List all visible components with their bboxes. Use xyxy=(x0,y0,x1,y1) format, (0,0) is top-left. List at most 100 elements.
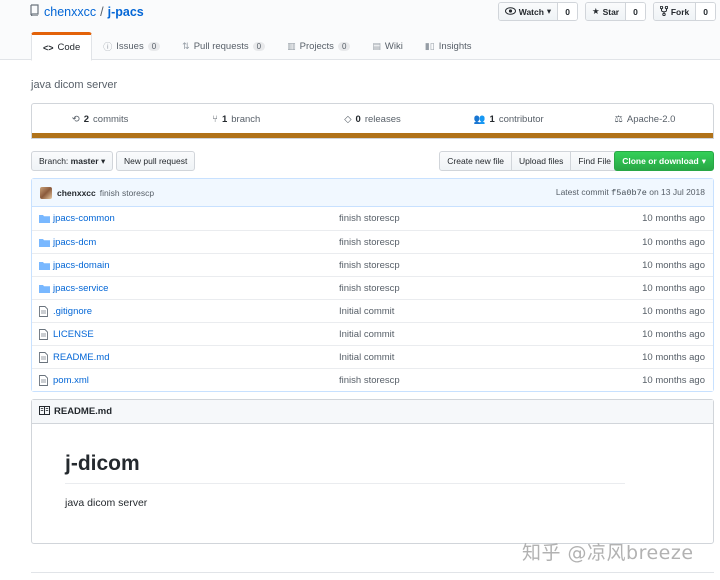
new-pull-request-button[interactable]: New pull request xyxy=(116,151,196,171)
tab-issues[interactable]: ⓘ Issues 0 xyxy=(92,32,171,61)
tab-projects[interactable]: ▥ Projects 0 xyxy=(276,32,361,61)
upload-files-button[interactable]: Upload files xyxy=(510,151,572,171)
commit-message-link[interactable]: finish storescp xyxy=(100,188,154,198)
commit-tease: chenxxcc finish storescp Latest commit f… xyxy=(32,179,713,207)
graph-icon: ▮▯ xyxy=(424,41,435,51)
releases-count: 0 xyxy=(355,114,361,125)
projects-counter: 0 xyxy=(337,42,351,51)
tag-icon: ◇ xyxy=(344,114,352,125)
tab-pulls-label: Pull requests xyxy=(193,41,249,52)
branches-label: branch xyxy=(231,114,261,125)
readme-heading: j-dicom xyxy=(65,452,625,484)
branch-name: master xyxy=(70,156,99,166)
fork-button[interactable]: Fork xyxy=(653,3,697,20)
license-label: Apache-2.0 xyxy=(626,114,676,125)
repo-title: chenxxcc / j-pacs xyxy=(30,4,144,19)
star-button[interactable]: ★ Star xyxy=(585,3,627,20)
file-commit-message-link[interactable]: finish storescp xyxy=(339,260,400,271)
table-row: README.md Initial commit 10 months ago xyxy=(32,345,713,368)
commit-author-link[interactable]: chenxxcc xyxy=(57,188,96,198)
commits-link[interactable]: ⟲ 2 commits xyxy=(32,114,168,125)
license-link[interactable]: ⚖ Apache-2.0 xyxy=(577,114,713,125)
repo-nav: <> Code ⓘ Issues 0 ⇅ Pull requests 0 ▥ P… xyxy=(31,32,483,61)
contributors-count: 1 xyxy=(489,114,495,125)
file-name-link[interactable]: jpacs-dcm xyxy=(53,237,96,248)
watch-action: Watch ▾ 0 xyxy=(497,2,578,21)
fork-count[interactable]: 0 xyxy=(696,3,715,20)
commit-sha-link[interactable]: f5a0b7e xyxy=(611,188,647,198)
tab-code[interactable]: <> Code xyxy=(31,32,93,61)
eye-icon xyxy=(504,6,516,17)
file-commit-message-link[interactable]: Initial commit xyxy=(339,306,394,317)
file-commit-message-link[interactable]: Initial commit xyxy=(339,329,394,340)
file-commit-message-link[interactable]: Initial commit xyxy=(339,352,394,363)
file-name-link[interactable]: pom.xml xyxy=(53,375,89,386)
table-row: LICENSE Initial commit 10 months ago xyxy=(32,322,713,345)
file-name-link[interactable]: README.md xyxy=(53,352,109,363)
branch-prefix: Branch: xyxy=(39,156,69,166)
star-count[interactable]: 0 xyxy=(626,3,645,20)
organization-icon: 👥 xyxy=(473,114,486,125)
branches-link[interactable]: ⑂ 1 branch xyxy=(168,114,304,125)
git-branch-icon: ⑂ xyxy=(212,114,218,125)
repo-name-link[interactable]: j-pacs xyxy=(108,5,144,19)
tab-pull-requests[interactable]: ⇅ Pull requests 0 xyxy=(171,32,276,61)
file-age: 10 months ago xyxy=(642,213,705,224)
issue-opened-icon: ⓘ xyxy=(103,42,113,52)
file-age: 10 months ago xyxy=(642,259,705,271)
file-icon xyxy=(39,305,50,317)
file-age: 10 months ago xyxy=(642,351,705,363)
caret-down-icon: ▾ xyxy=(701,155,706,166)
watch-button[interactable]: Watch ▾ xyxy=(498,3,559,20)
readme-filename: README.md xyxy=(54,406,113,417)
file-age: 10 months ago xyxy=(642,374,705,386)
avatar[interactable] xyxy=(40,186,52,199)
file-commit-message-link[interactable]: finish storescp xyxy=(339,375,400,386)
table-row: jpacs-common finish storescp 10 months ago xyxy=(32,207,713,230)
repo-header: chenxxcc / j-pacs Watch ▾ 0 ★ Star 0 For… xyxy=(0,0,720,61)
file-name-link[interactable]: jpacs-domain xyxy=(53,260,110,271)
repo-owner-link[interactable]: chenxxcc xyxy=(44,5,96,19)
watch-count[interactable]: 0 xyxy=(558,3,577,20)
code-icon: <> xyxy=(43,42,54,53)
tab-wiki[interactable]: ▤ Wiki xyxy=(361,32,413,61)
tab-insights[interactable]: ▮▯ Insights xyxy=(414,32,483,61)
language-bar[interactable] xyxy=(32,133,713,138)
file-icon xyxy=(39,374,50,386)
tab-projects-label: Projects xyxy=(299,41,334,52)
readme-box: README.md j-dicom java dicom server xyxy=(31,399,714,544)
star-label: Star xyxy=(602,6,620,17)
law-icon: ⚖ xyxy=(614,114,623,125)
file-name-link[interactable]: LICENSE xyxy=(53,329,94,340)
branches-count: 1 xyxy=(221,114,228,125)
latest-commit: Latest commit f5a0b7e on 13 Jul 2018 xyxy=(556,187,705,198)
file-age: 10 months ago xyxy=(642,236,705,248)
contributors-link[interactable]: 👥 1 contributor xyxy=(441,114,577,125)
folder-icon xyxy=(39,261,50,270)
clone-or-download-button[interactable]: Clone or download ▾ xyxy=(614,151,714,171)
clone-label: Clone or download xyxy=(622,156,699,166)
folder-icon xyxy=(39,238,50,247)
releases-link[interactable]: ◇ 0 releases xyxy=(304,114,440,125)
releases-label: releases xyxy=(364,114,401,125)
file-actions-group: Create new file Upload files Find File xyxy=(439,151,619,171)
file-icon xyxy=(39,351,50,363)
folder-icon xyxy=(39,284,50,293)
branch-select-button[interactable]: Branch: master ▾ xyxy=(31,151,114,171)
file-name-link[interactable]: jpacs-service xyxy=(53,283,108,294)
readme-header: README.md xyxy=(32,400,713,424)
file-name-link[interactable]: jpacs-common xyxy=(53,213,115,224)
file-navigation: Branch: master ▾ New pull request Create… xyxy=(31,151,714,171)
file-commit-message-link[interactable]: finish storescp xyxy=(339,283,400,294)
file-age: 10 months ago xyxy=(642,328,705,340)
find-file-button[interactable]: Find File xyxy=(570,151,619,171)
create-new-file-button[interactable]: Create new file xyxy=(439,151,512,171)
file-name-link[interactable]: .gitignore xyxy=(53,306,92,317)
file-age: 10 months ago xyxy=(642,305,705,317)
tab-wiki-label: Wiki xyxy=(384,41,403,52)
table-row: jpacs-dcm finish storescp 10 months ago xyxy=(32,230,713,253)
file-commit-message-link[interactable]: finish storescp xyxy=(339,213,400,224)
file-commit-message-link[interactable]: finish storescp xyxy=(339,237,400,248)
project-icon: ▥ xyxy=(287,41,296,51)
file-age: 10 months ago xyxy=(642,282,705,294)
